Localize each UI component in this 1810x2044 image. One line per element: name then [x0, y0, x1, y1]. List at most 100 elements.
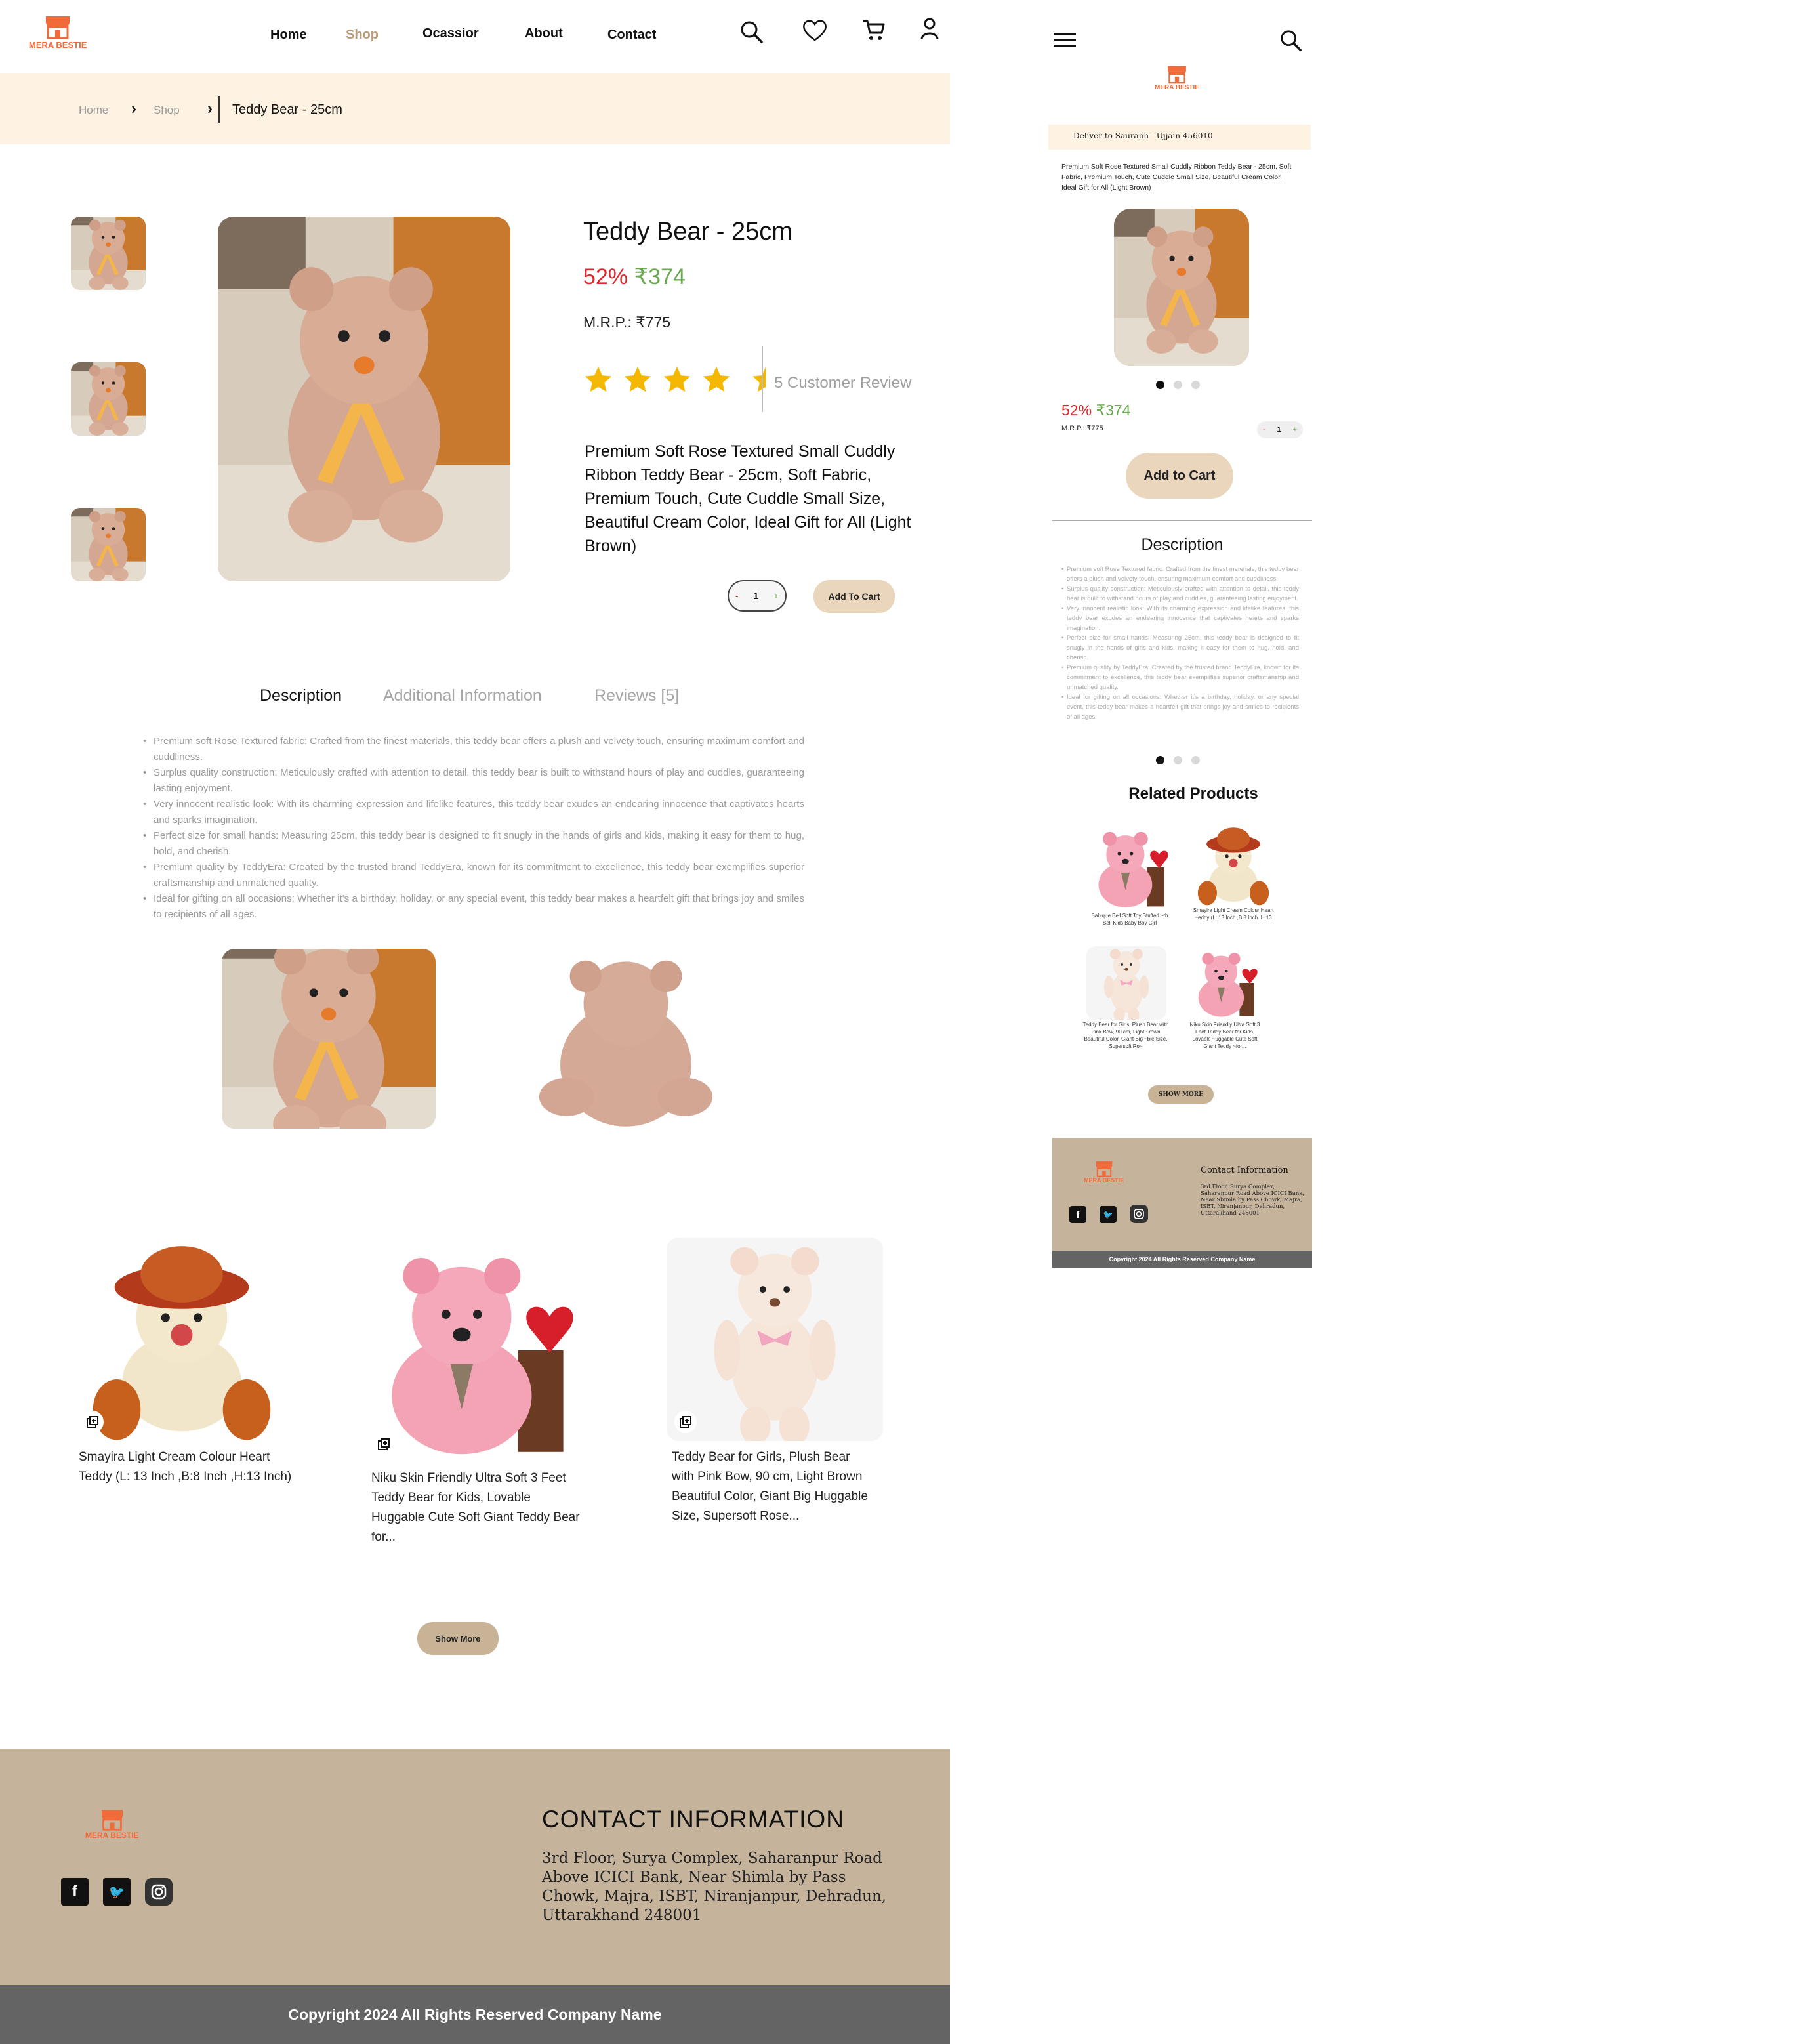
carousel-dot[interactable] [1156, 756, 1164, 764]
image-carousel-dots [1156, 381, 1200, 389]
twitter-icon[interactable]: 🐦 [103, 1878, 131, 1906]
facebook-icon[interactable]: f [61, 1878, 89, 1906]
mobile-show-more-button[interactable]: SHOW MORE [1148, 1085, 1214, 1104]
review-count[interactable]: 5 Customer Review [774, 374, 911, 392]
breadcrumb-home[interactable]: Home [79, 104, 108, 117]
footer-logo[interactable]: MERA BESTIE [1084, 1160, 1124, 1184]
mobile-product-card-title[interactable]: Smayira Light Cream Colour Heart ~eddy (… [1190, 907, 1277, 921]
tab-reviews[interactable]: Reviews [5] [594, 686, 679, 705]
quantity-stepper: - 1 + [728, 580, 787, 612]
search-icon[interactable] [1279, 29, 1303, 56]
discount-percent: 52% [583, 264, 628, 289]
description-point: Surplus quality construction: Meticulous… [143, 765, 804, 797]
mobile-product-card-title[interactable]: Teddy Bear for Girls, Plush Bear with Pi… [1082, 1021, 1169, 1050]
deliver-bar[interactable]: Deliver to Saurabh - Ujjain 456010 [1048, 125, 1311, 150]
product-card-image[interactable] [73, 1238, 290, 1441]
mobile-quantity-stepper: - 1 + [1257, 421, 1303, 438]
mobile-product-card-image[interactable] [1086, 946, 1166, 1020]
carousel-dot[interactable] [1174, 756, 1182, 764]
product-card-title[interactable]: Smayira Light Cream Colour Heart Teddy (… [79, 1448, 295, 1487]
nav-home[interactable]: Home [270, 28, 307, 43]
qty-minus-button[interactable]: - [735, 591, 739, 601]
description-point: Premium soft Rose Textured fabric: Craft… [143, 734, 804, 765]
description-point: Perfect size for small hands: Measuring … [143, 828, 804, 860]
add-to-cart-icon[interactable] [373, 1433, 395, 1455]
qty-value[interactable]: 1 [1277, 426, 1281, 434]
brand-logo[interactable]: MERA BESTIE [1155, 64, 1199, 91]
rating-divider [762, 346, 763, 412]
carousel-dot[interactable] [1191, 756, 1200, 764]
discount-percent: 52% [1061, 402, 1092, 419]
thumbnail-2[interactable] [71, 362, 146, 436]
main-product-image[interactable] [218, 217, 510, 581]
star-icon [624, 366, 651, 392]
brand-name: MERA BESTIE [1084, 1177, 1124, 1184]
brand-logo[interactable]: MERA BESTIE [29, 14, 87, 50]
qty-value[interactable]: 1 [753, 591, 758, 601]
breadcrumb [0, 73, 950, 144]
related-products-heading: Related Products [1128, 785, 1258, 803]
footer-logo[interactable]: MERA BESTIE [85, 1808, 139, 1840]
product-card-title[interactable]: Teddy Bear for Girls, Plush Bear with Pi… [672, 1448, 875, 1526]
show-more-button[interactable]: Show More [417, 1622, 499, 1655]
mobile-contact-heading: Contact Information [1201, 1165, 1288, 1175]
product-card-image[interactable] [365, 1238, 581, 1463]
description-point: Very innocent realistic look: With its c… [143, 797, 804, 828]
deliver-location[interactable]: Deliver to Saurabh - Ujjain 456010 [1073, 131, 1213, 140]
description-point: Ideal for gifting on all occasions: Whet… [1061, 692, 1299, 722]
instagram-icon[interactable] [145, 1878, 173, 1906]
nav-occasion[interactable]: Ocassior [422, 26, 482, 41]
description-carousel-dots [1156, 756, 1200, 764]
add-to-cart-button[interactable]: Add To Cart [813, 580, 895, 613]
breadcrumb-shop[interactable]: Shop [154, 104, 180, 117]
qty-plus-button[interactable]: + [1293, 426, 1297, 434]
thumbnail-1[interactable] [71, 217, 146, 290]
mobile-product-card-image[interactable] [1190, 824, 1277, 906]
qty-minus-button[interactable]: - [1263, 426, 1265, 434]
facebook-icon[interactable]: f [1069, 1206, 1086, 1223]
carousel-dot[interactable] [1156, 381, 1164, 389]
store-icon [1168, 66, 1186, 84]
mobile-product-summary: Premium Soft Rose Textured Small Cuddly … [1061, 163, 1292, 192]
mrp-price: M.R.P.: ₹775 [583, 314, 671, 331]
heart-icon[interactable] [802, 18, 828, 42]
add-to-cart-icon[interactable] [674, 1411, 697, 1433]
user-icon[interactable] [920, 17, 939, 41]
mobile-mrp: M.R.P.: ₹775 [1061, 425, 1103, 432]
cart-icon[interactable] [862, 18, 886, 42]
tab-additional-information[interactable]: Additional Information [383, 686, 542, 705]
qty-plus-button[interactable]: + [773, 591, 779, 601]
store-icon [1096, 1161, 1112, 1177]
nav-about[interactable]: About [525, 26, 563, 41]
twitter-icon[interactable]: 🐦 [1100, 1206, 1117, 1223]
breadcrumb-current: Teddy Bear - 25cm [232, 102, 342, 117]
breadcrumb-divider [218, 96, 220, 123]
carousel-dot[interactable] [1191, 381, 1200, 389]
chevron-right-icon: › [207, 100, 213, 117]
tab-description[interactable]: Description [260, 686, 342, 705]
mobile-product-card-title[interactable]: Babique Bell Soft Toy Stuffed ~th Bell K… [1086, 912, 1173, 927]
mobile-add-to-cart-button[interactable]: Add to Cart [1126, 453, 1233, 499]
sale-price: ₹374 [1096, 402, 1131, 419]
product-card-title[interactable]: Niku Skin Friendly Ultra Soft 3 Feet Ted… [371, 1469, 581, 1547]
menu-icon[interactable] [1054, 31, 1076, 52]
nav-shop[interactable]: Shop [346, 28, 379, 43]
carousel-dot[interactable] [1174, 381, 1182, 389]
description-point: Premium soft Rose Textured fabric: Craft… [1061, 564, 1299, 584]
product-card-image[interactable] [667, 1238, 883, 1441]
description-point: Premium quality by TeddyEra: Created by … [1061, 663, 1299, 692]
instagram-icon[interactable] [1130, 1205, 1148, 1223]
mobile-product-image[interactable] [1114, 209, 1249, 366]
search-icon[interactable] [739, 20, 764, 45]
mobile-description-heading: Description [1141, 535, 1224, 554]
store-icon [46, 16, 70, 39]
description-point: Very innocent realistic look: With its c… [1061, 604, 1299, 633]
mobile-product-card-image[interactable] [1190, 946, 1260, 1020]
mobile-product-card-title[interactable]: Niku Skin Friendly Ultra Soft 3 Feet Ted… [1186, 1021, 1264, 1050]
nav-contact[interactable]: Contact [607, 28, 656, 43]
thumbnail-3[interactable] [71, 508, 146, 581]
mobile-product-card-image[interactable] [1086, 824, 1173, 911]
star-icon [663, 366, 691, 392]
mobile-price-row: 52% ₹374 [1061, 402, 1130, 419]
add-to-cart-icon[interactable] [81, 1411, 104, 1433]
